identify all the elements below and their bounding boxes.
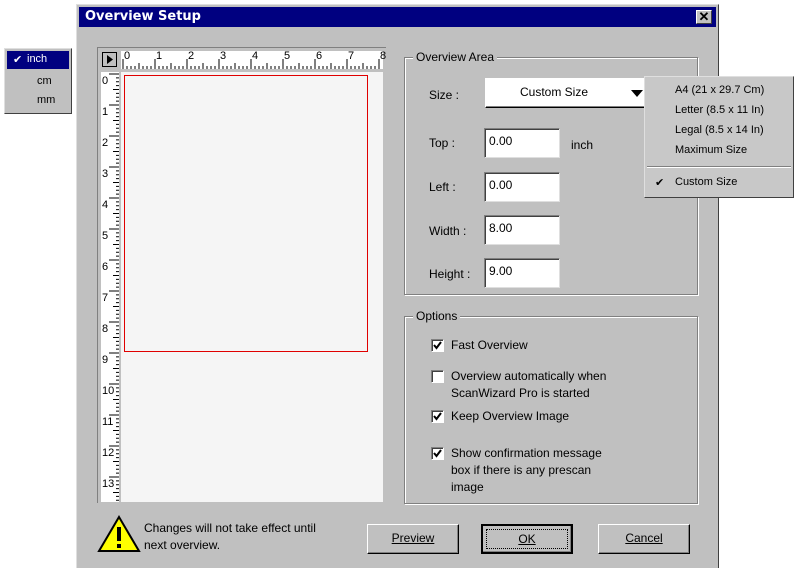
ruler-label: 10	[102, 385, 115, 397]
size-item-maximum[interactable]: Maximum Size	[645, 142, 793, 160]
ruler-label: 8	[102, 323, 109, 335]
ruler-label: 1	[102, 106, 109, 118]
fast-overview-checkbox[interactable]	[431, 339, 444, 352]
width-label: Width :	[429, 224, 467, 238]
checkmark-icon	[433, 341, 442, 350]
ruler-label: 7	[348, 50, 355, 62]
preview-canvas[interactable]	[121, 72, 383, 502]
options-group: Options Fast Overview Overview automatic…	[404, 309, 698, 504]
cancel-button-label: Cancel	[625, 531, 663, 545]
check-icon: ✔	[13, 54, 23, 66]
warning-text-line1: Changes will not take effect until	[144, 521, 316, 535]
warning-text-line2: next overview.	[144, 538, 221, 552]
warning-icon	[97, 515, 141, 552]
preview-frame: 012345678 0 1 2 3 4 5 6 7 8 9 10 11 12 13	[97, 47, 386, 503]
checkmark-icon	[433, 449, 442, 458]
ruler-label: 5	[284, 50, 291, 62]
height-label: Height :	[429, 267, 471, 281]
left-input[interactable]: 0.00	[484, 172, 560, 202]
height-input[interactable]: 9.00	[484, 258, 560, 288]
auto-overview-label-line2: ScanWizard Pro is started	[451, 386, 590, 400]
show-confirmation-label-line1: Show confirmation message	[451, 446, 602, 460]
size-item-a4[interactable]: A4 (21 x 29.7 Cm)	[645, 82, 793, 100]
preview-button-label: Preview	[391, 531, 435, 545]
window-title: Overview Setup	[85, 9, 201, 24]
size-item-legal[interactable]: Legal (8.5 x 14 In)	[645, 122, 793, 140]
overview-area-rect[interactable]	[124, 75, 368, 352]
title-bar: Overview Setup ✕	[79, 7, 716, 27]
overview-area-label: Overview Area	[413, 50, 498, 64]
ruler-label: 7	[102, 292, 109, 304]
size-dropdown-value: Custom Size	[520, 85, 589, 99]
auto-overview-checkbox[interactable]	[431, 370, 444, 383]
ruler-label: 9	[102, 354, 109, 366]
ruler-label: 11	[102, 416, 114, 428]
triangle-right-icon	[107, 55, 113, 64]
checkmark-icon	[433, 412, 442, 421]
ruler-label: 8	[380, 50, 387, 62]
keep-overview-image-checkbox[interactable]	[431, 410, 444, 423]
unit-toggle-button[interactable]	[102, 52, 117, 67]
ruler-label: 6	[102, 261, 109, 273]
ruler-label: 0	[102, 75, 109, 87]
unit-label: inch	[571, 138, 594, 152]
ruler-label: 13	[102, 478, 115, 490]
top-label: Top :	[429, 136, 456, 150]
size-dropdown[interactable]: Custom Size	[485, 78, 651, 108]
ruler-label: 5	[102, 230, 109, 242]
unit-item-mm[interactable]: mm	[5, 92, 71, 110]
left-label: Left :	[429, 180, 456, 194]
options-label: Options	[413, 309, 461, 323]
size-label: Size :	[429, 88, 460, 102]
ruler-label: 2	[188, 50, 195, 62]
auto-overview-label-line1: Overview automatically when	[451, 369, 607, 383]
show-confirmation-checkbox[interactable]	[431, 447, 444, 460]
show-confirmation-label-line2: box if there is any prescan	[451, 463, 592, 477]
dropdown-arrow-icon	[631, 90, 643, 97]
ruler-label: 12	[102, 447, 115, 459]
size-menu: A4 (21 x 29.7 Cm) Letter (8.5 x 11 In) L…	[644, 76, 794, 198]
ruler-label: 0	[124, 50, 131, 62]
ruler-label: 2	[102, 137, 109, 149]
ruler-label: 3	[102, 168, 109, 180]
ok-button[interactable]: OK	[481, 524, 573, 554]
close-icon: ✕	[698, 9, 710, 24]
width-input[interactable]: 8.00	[484, 215, 560, 245]
close-button[interactable]: ✕	[696, 10, 712, 24]
ruler-label: 6	[316, 50, 323, 62]
unit-item-cm[interactable]: cm	[5, 73, 71, 91]
ruler-label: 3	[220, 50, 227, 62]
menu-separator	[647, 166, 791, 168]
unit-menu: ✔ inch cm mm	[4, 48, 72, 114]
fast-overview-label: Fast Overview	[451, 338, 528, 352]
size-item-custom[interactable]: ✔ Custom Size	[645, 174, 793, 192]
ruler-label: 4	[252, 50, 259, 62]
cancel-button[interactable]: Cancel	[598, 524, 690, 554]
unit-item-inch[interactable]: ✔ inch	[7, 51, 69, 69]
show-confirmation-label-line3: image	[451, 480, 484, 494]
keep-overview-image-label: Keep Overview Image	[451, 409, 570, 423]
ok-button-label: OK	[518, 532, 536, 546]
ruler-label: 4	[102, 199, 109, 211]
ruler-label: 1	[156, 50, 163, 62]
overview-setup-dialog: Overview Setup ✕ 012345678 0 1 2 3 4 5 6 7 8 9 10 1…	[76, 4, 719, 568]
check-icon: ✔	[655, 177, 665, 189]
top-input[interactable]: 0.00	[484, 128, 560, 158]
size-item-letter[interactable]: Letter (8.5 x 11 In)	[645, 102, 793, 120]
preview-button[interactable]: Preview	[367, 524, 459, 554]
